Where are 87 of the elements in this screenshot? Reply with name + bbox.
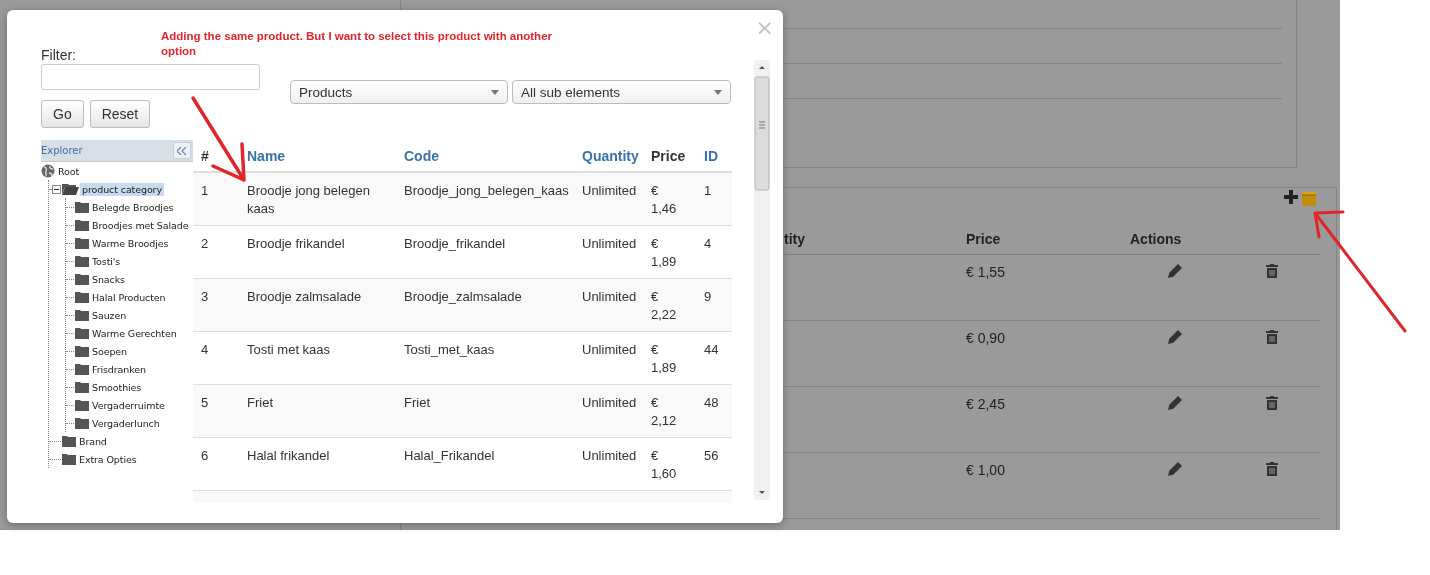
table-cell: 2 (193, 226, 239, 279)
folder-icon (75, 399, 89, 411)
column-header[interactable]: ID (696, 140, 732, 173)
table-cell: Tosti_met_kaas (396, 332, 574, 385)
column-header[interactable]: Code (396, 140, 574, 173)
minus-box-icon[interactable] (52, 184, 61, 194)
table-cell: Unlimited (574, 438, 643, 491)
select-dropdown[interactable]: All sub elements (512, 80, 731, 104)
folder-icon (62, 435, 76, 447)
tree-item[interactable]: Halal Producten (90, 290, 168, 304)
tree-item[interactable]: Soepen (90, 344, 129, 358)
tree-item[interactable]: Snacks (90, 272, 127, 286)
explorer-title: Explorer (41, 145, 83, 156)
price-cell: € 0,90 (966, 330, 1005, 346)
folder-icon (75, 291, 89, 303)
tree-item[interactable]: Belegde Broodjes (90, 200, 176, 214)
table-cell: 44 (696, 332, 732, 385)
pencil-icon[interactable] (1168, 462, 1182, 476)
reset-button[interactable]: Reset (89, 100, 151, 128)
table-cell: 56 (696, 438, 732, 491)
folder-icon (75, 363, 89, 375)
table-cell: Unlimited (574, 332, 643, 385)
table-cell: Halal frikandel (239, 438, 396, 491)
tree-item[interactable]: Vergaderlunch (90, 416, 162, 430)
column-header[interactable]: Name (239, 140, 396, 173)
folder-icon (62, 453, 76, 465)
folder-icon (75, 273, 89, 285)
caret-icon (714, 89, 722, 95)
column-header: Price (966, 231, 1001, 247)
tree-item[interactable]: Smoothies (90, 380, 144, 394)
collapse-button[interactable] (173, 142, 191, 159)
tree-item[interactable]: Extra Opties (77, 452, 139, 466)
table-cell: 6 (193, 438, 239, 491)
table-cell: € 1,89 (643, 226, 696, 279)
filter-label: Filter: (41, 47, 76, 64)
tree-item[interactable]: Warme Broodjes (90, 236, 171, 250)
table-cell: Tosti met kaas (239, 332, 396, 385)
select-dropdown[interactable]: Products (290, 80, 508, 104)
trash-icon[interactable] (1266, 264, 1278, 278)
tree-item[interactable]: Warme Gerechten (90, 326, 179, 340)
folder-icon (75, 327, 89, 339)
price-cell: € 1,55 (966, 264, 1005, 280)
folder-icon (75, 201, 89, 213)
open-folder-icon (62, 183, 79, 195)
price-cell: € 2,45 (966, 396, 1005, 412)
globe-icon (41, 164, 55, 178)
tree-item[interactable]: Broodjes met Salade (90, 218, 191, 232)
column-header: Price (643, 140, 696, 173)
folder-icon (75, 219, 89, 231)
tree-item[interactable]: Root (56, 164, 82, 178)
plus-icon[interactable] (1284, 190, 1298, 204)
table-cell: € 1,60 (643, 438, 696, 491)
table-cell: Unlimited (574, 226, 643, 279)
column-header: Actions (1130, 231, 1182, 247)
pencil-icon[interactable] (1168, 396, 1182, 410)
pencil-icon[interactable] (1168, 264, 1182, 278)
tree-item[interactable]: Brand (77, 434, 109, 448)
tree-item[interactable]: Sauzen (90, 308, 129, 322)
price-cell: € 1,00 (966, 462, 1005, 478)
tree-item[interactable]: Frisdranken (90, 362, 148, 376)
trash-icon[interactable] (1266, 330, 1278, 344)
table-cell: € 1,89 (643, 332, 696, 385)
folder-icon (75, 381, 89, 393)
filter-input[interactable] (41, 64, 260, 90)
folder-icon (75, 417, 89, 429)
table-cell: Broodje frikandel (239, 226, 396, 279)
folder-icon (75, 309, 89, 321)
trash-icon[interactable] (1266, 396, 1278, 410)
column-header: tity (784, 231, 805, 247)
table-cell: Broodje_frikandel (396, 226, 574, 279)
trash-icon[interactable] (1266, 462, 1278, 476)
caret-icon (491, 89, 499, 95)
tree-item[interactable]: Vergaderruimte (90, 398, 167, 412)
folder-icon (75, 255, 89, 267)
folder-icon (75, 345, 89, 357)
column-header[interactable]: Quantity (574, 140, 643, 173)
pencil-icon[interactable] (1168, 330, 1182, 344)
scrollbar[interactable] (754, 60, 770, 500)
go-button[interactable]: Go (41, 100, 84, 128)
folder-icon (75, 237, 89, 249)
tree-item[interactable]: product category (80, 182, 164, 196)
tree-item[interactable]: Tosti's (90, 254, 123, 268)
table-cell: Halal_Frikandel (396, 438, 574, 491)
table-cell: 4 (696, 226, 732, 279)
annotation-text: Adding the same product. But I want to select this product with another option (161, 29, 554, 59)
double-chevron-left-icon (177, 146, 187, 155)
table-cell: 4 (193, 332, 239, 385)
